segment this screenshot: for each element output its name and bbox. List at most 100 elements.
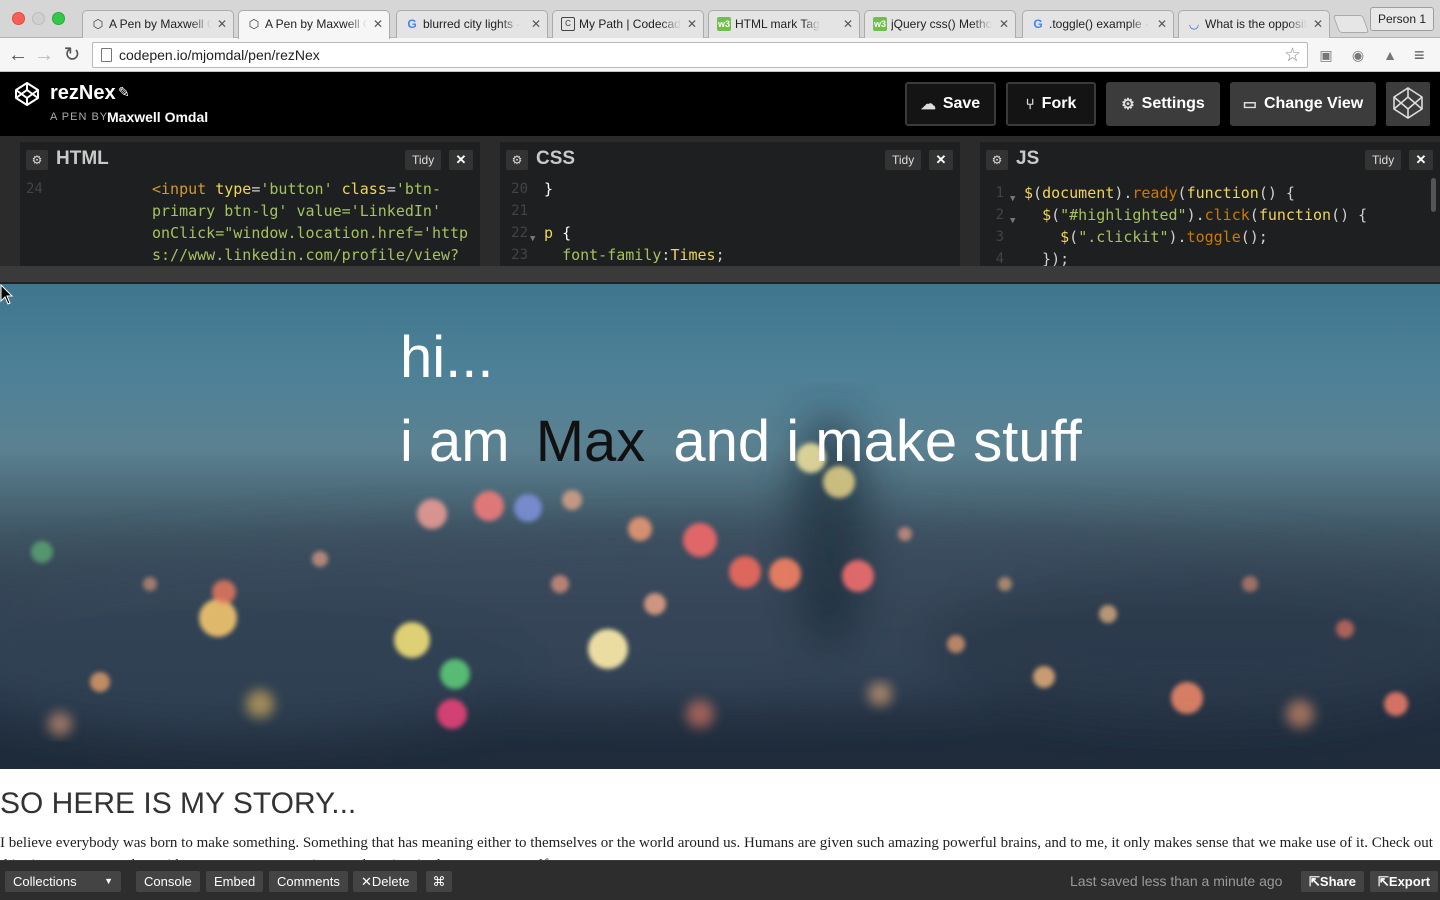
close-icon: ✕ bbox=[361, 874, 372, 889]
w3schools-icon: w3 bbox=[873, 17, 887, 31]
bookmark-star-icon[interactable]: ☆ bbox=[1284, 44, 1301, 67]
share-button[interactable]: ⇱Share bbox=[1301, 871, 1365, 892]
pen-title[interactable]: rezNex bbox=[50, 82, 116, 105]
codepen-icon: ⬡ bbox=[248, 17, 260, 31]
save-button[interactable]: ☁ Save bbox=[905, 82, 996, 126]
settings-label: Settings bbox=[1141, 95, 1205, 112]
gear-icon: ⚙ bbox=[1121, 96, 1135, 113]
browser-tab[interactable]: ◡ What is the opposit ✕ bbox=[1178, 10, 1330, 38]
highlighted-name[interactable]: Max bbox=[536, 409, 646, 474]
collections-label: Collections bbox=[13, 874, 77, 889]
html-close-icon[interactable]: ✕ bbox=[449, 150, 473, 170]
greeting-heading: hi... bbox=[400, 325, 494, 390]
browser-tab[interactable]: G blurred city lights - ✕ bbox=[396, 10, 548, 38]
editor-resize-handle[interactable] bbox=[0, 266, 1440, 284]
fold-arrow-icon[interactable]: ▼ bbox=[1010, 188, 1015, 210]
css-close-icon[interactable]: ✕ bbox=[929, 150, 953, 170]
reload-icon[interactable]: ↻ bbox=[60, 43, 84, 67]
css-settings-gear-icon[interactable]: ⚙ bbox=[506, 150, 528, 170]
code-line: s://www.linkedin.com/profile/view? bbox=[152, 246, 460, 264]
profile-button[interactable]: Person 1 bbox=[1370, 7, 1434, 31]
fold-arrow-icon[interactable]: ▼ bbox=[1010, 210, 1015, 232]
fork-button[interactable]: ⑂ Fork bbox=[1006, 82, 1096, 126]
user-avatar[interactable] bbox=[1386, 82, 1430, 126]
collections-dropdown[interactable]: Collections ▼ bbox=[5, 871, 121, 892]
embed-button[interactable]: Embed bbox=[206, 871, 264, 892]
code-line: $(".clickit").toggle(); bbox=[1060, 228, 1268, 246]
line-number: 23 bbox=[511, 247, 528, 263]
tab-close-icon[interactable]: ✕ bbox=[217, 17, 227, 31]
js-editor-scrollbar[interactable] bbox=[1431, 178, 1436, 212]
edit-pencil-icon[interactable]: ✎ bbox=[118, 84, 130, 101]
tab-close-icon[interactable]: ✕ bbox=[843, 17, 853, 31]
back-arrow-icon[interactable]: ← bbox=[6, 43, 30, 67]
avatar-image bbox=[1393, 87, 1423, 119]
cloud-icon: ☁ bbox=[920, 96, 936, 113]
line-number: 3 bbox=[995, 229, 1004, 245]
browser-tab[interactable]: C My Path | Codecade ✕ bbox=[552, 10, 704, 38]
w3schools-icon: w3 bbox=[717, 17, 731, 31]
window-close-button[interactable] bbox=[12, 12, 25, 25]
html-editor-title: HTML bbox=[56, 148, 109, 169]
pane-divider[interactable] bbox=[480, 142, 500, 266]
fold-arrow-icon[interactable]: ▼ bbox=[530, 228, 535, 250]
codecademy-icon: C bbox=[561, 17, 575, 31]
code-line: $("#highlighted").click(function() { bbox=[1042, 206, 1368, 224]
delete-button[interactable]: ✕Delete bbox=[353, 871, 418, 892]
window-maximize-button[interactable] bbox=[52, 12, 65, 25]
change-view-label: Change View bbox=[1263, 95, 1364, 112]
tab-close-icon[interactable]: ✕ bbox=[999, 17, 1009, 31]
codepen-footer: Collections ▼ Console Embed Comments ✕De… bbox=[0, 860, 1440, 900]
js-code-area[interactable]: 1 ▼ 2 ▼ 3 4 $(document).ready(function()… bbox=[980, 178, 1440, 266]
author-link[interactable]: Maxwell Omdal bbox=[107, 109, 208, 125]
line-number: 20 bbox=[511, 181, 528, 197]
layout-icon: ▭ bbox=[1242, 96, 1257, 113]
tab-close-icon[interactable]: ✕ bbox=[1313, 17, 1323, 31]
chrome-extension-icon[interactable]: ◉ bbox=[1348, 45, 1368, 65]
story-paragraph: I believe everybody was born to make som… bbox=[0, 835, 1433, 860]
css-code-area[interactable]: 20 21 22 ▼ 23 } p { font-family:Times; bbox=[500, 178, 960, 266]
tab-close-icon[interactable]: ✕ bbox=[531, 17, 541, 31]
html-tidy-button[interactable]: Tidy bbox=[405, 150, 442, 170]
html-code-area[interactable]: 24 <input type='button' class='btn- prim… bbox=[20, 178, 480, 266]
tab-close-icon[interactable]: ✕ bbox=[1157, 17, 1167, 31]
tab-label: blurred city lights - bbox=[423, 17, 521, 31]
forward-arrow-icon[interactable]: → bbox=[32, 43, 56, 67]
chevron-down-icon: ▼ bbox=[104, 876, 113, 886]
window-minimize-button[interactable] bbox=[32, 12, 45, 25]
change-view-button[interactable]: ▭ Change View bbox=[1230, 82, 1376, 126]
url-text[interactable]: codepen.io/mjomdal/pen/rezNex bbox=[119, 47, 320, 63]
pane-divider[interactable] bbox=[960, 142, 980, 266]
settings-button[interactable]: ⚙ Settings bbox=[1106, 82, 1220, 126]
line-number: 1 bbox=[995, 185, 1004, 201]
browser-tab[interactable]: G .toggle() example - ✕ bbox=[1022, 10, 1174, 38]
browser-tab[interactable]: w3 jQuery css() Metho ✕ bbox=[864, 10, 1016, 38]
js-editor-header: ⚙ JS Tidy ✕ bbox=[980, 142, 1440, 176]
editor-panels: ⚙ HTML Tidy ✕ 24 <input type='button' cl… bbox=[0, 136, 1440, 266]
mouse-cursor-icon bbox=[0, 284, 14, 305]
css-editor-header: ⚙ CSS Tidy ✕ bbox=[500, 142, 960, 176]
css-editor-title: CSS bbox=[536, 148, 576, 169]
js-close-icon[interactable]: ✕ bbox=[1409, 150, 1433, 170]
comments-button[interactable]: Comments bbox=[269, 871, 348, 892]
js-tidy-button[interactable]: Tidy bbox=[1365, 150, 1402, 170]
browser-menu-icon[interactable]: ≡ bbox=[1414, 46, 1430, 64]
export-button[interactable]: ⇱Export bbox=[1370, 871, 1439, 892]
css-tidy-button[interactable]: Tidy bbox=[885, 150, 922, 170]
keyboard-shortcuts-icon[interactable]: ⌘ bbox=[426, 871, 452, 892]
tab-close-icon[interactable]: ✕ bbox=[687, 17, 697, 31]
codepen-logo-icon[interactable] bbox=[14, 81, 40, 107]
extension-icon[interactable]: ▣ bbox=[1316, 45, 1336, 65]
js-settings-gear-icon[interactable]: ⚙ bbox=[986, 150, 1008, 170]
new-tab-button[interactable] bbox=[1332, 15, 1370, 33]
preview-frame: hi... i am Max and i make stuff SO HERE … bbox=[0, 284, 1440, 860]
console-button[interactable]: Console bbox=[136, 871, 200, 892]
line-number: 4 bbox=[995, 251, 1004, 266]
html-settings-gear-icon[interactable]: ⚙ bbox=[26, 150, 48, 170]
tab-close-icon[interactable]: ✕ bbox=[373, 17, 383, 31]
address-bar[interactable]: codepen.io/mjomdal/pen/rezNex ☆ bbox=[92, 42, 1308, 68]
browser-tab[interactable]: w3 HTML mark Tag ✕ bbox=[708, 10, 860, 38]
browser-tab-active[interactable]: ⬡ A Pen by Maxwell O ✕ bbox=[238, 10, 390, 39]
browser-tab[interactable]: ⬡ A Pen by Maxwell O ✕ bbox=[82, 10, 234, 38]
drive-icon[interactable]: ▲ bbox=[1380, 45, 1400, 65]
